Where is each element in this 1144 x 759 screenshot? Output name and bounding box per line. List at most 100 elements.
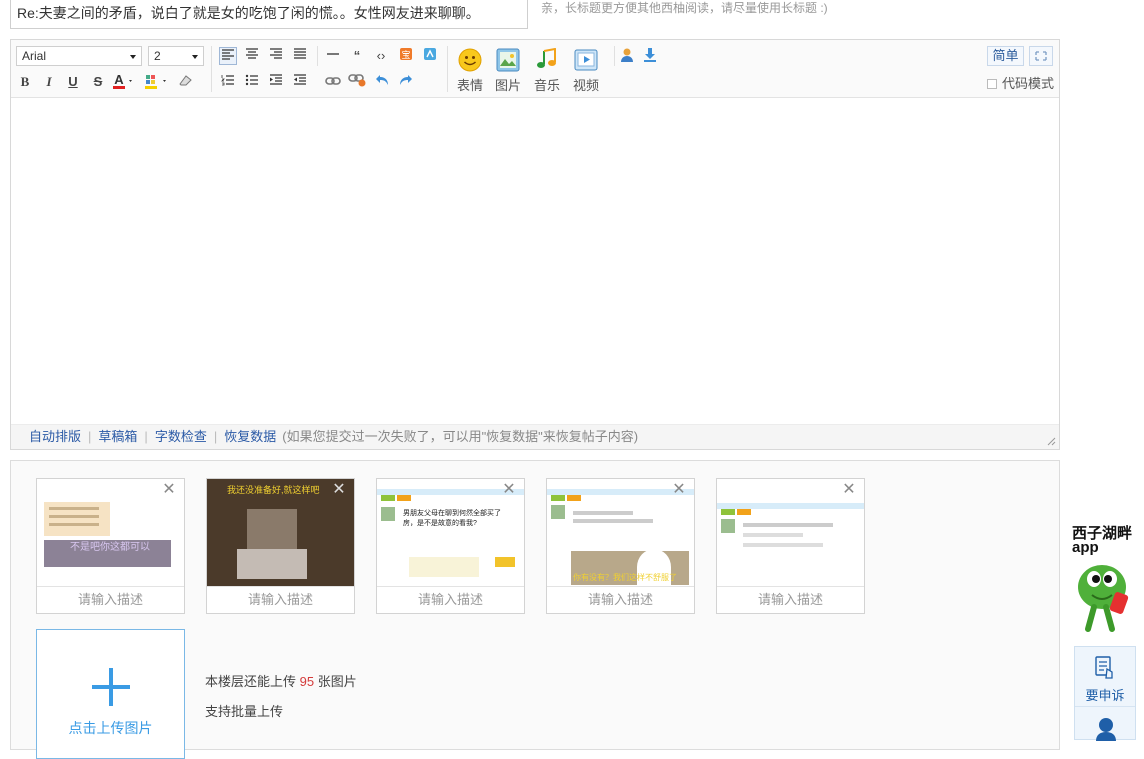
align-right-icon[interactable] <box>267 47 285 65</box>
document-hand-icon <box>1095 656 1113 679</box>
ordered-list-icon[interactable] <box>219 73 237 91</box>
restore-hint: (如果您提交过一次失败了，可以用"恢复数据"来恢复帖子内容) <box>282 429 639 444</box>
upload-thumbnail[interactable]: 你有没有？我们这样不舒服了 ✕ 请输入描述 <box>546 478 695 614</box>
fullscreen-icon <box>1035 51 1047 61</box>
toolbar-divider <box>447 46 448 92</box>
emoji-button[interactable]: 表情 <box>452 48 488 94</box>
resize-handle-icon[interactable] <box>1046 436 1056 446</box>
align-left-icon[interactable] <box>219 47 237 65</box>
remaining-prefix: 本楼层还能上传 <box>205 674 297 689</box>
remaining-suffix: 张图片 <box>317 674 357 689</box>
align-justify-icon[interactable] <box>291 47 309 65</box>
description-input[interactable]: 请输入描述 <box>37 586 184 613</box>
description-input[interactable]: 请输入描述 <box>377 586 524 613</box>
close-icon[interactable]: ✕ <box>842 482 856 498</box>
font-color-icon[interactable]: A <box>112 72 138 91</box>
redo-icon[interactable] <box>397 73 415 91</box>
smiley-icon <box>458 48 482 72</box>
description-input[interactable]: 请输入描述 <box>207 586 354 613</box>
editor-content-area[interactable] <box>11 99 1059 423</box>
checkbox[interactable] <box>987 79 997 89</box>
remaining-count-text: 本楼层还能上传 95 张图片 <box>205 667 357 697</box>
restore-data-link[interactable]: 恢复数据 <box>224 429 276 444</box>
code-mode-toggle[interactable]: 代码模式 <box>987 73 1054 92</box>
indent-icon[interactable] <box>267 73 285 91</box>
upload-image-label: 点击上传图片 <box>68 720 153 736</box>
font-family-select[interactable]: Arial <box>16 46 142 66</box>
close-icon[interactable]: ✕ <box>332 482 346 498</box>
upload-thumbnail[interactable]: 我还没准备好,就这样吧 ✕ 请输入描述 <box>206 478 355 614</box>
thumbnail-overlay-text: 我还没准备好,就这样吧 <box>227 485 320 495</box>
image-icon <box>496 48 520 72</box>
blue-icon[interactable] <box>421 47 439 65</box>
font-size-select[interactable]: 2 <box>148 46 204 66</box>
separator: | <box>144 429 148 444</box>
horizontal-rule-icon[interactable] <box>324 47 342 65</box>
strikethrough-icon[interactable]: S <box>89 73 107 91</box>
code-mode-label: 代码模式 <box>1002 76 1055 91</box>
image-label: 图片 <box>494 78 521 93</box>
toolbar-divider <box>211 46 212 92</box>
unlink-icon[interactable] <box>348 73 366 91</box>
toolbar-divider <box>317 46 318 66</box>
music-label: 音乐 <box>533 78 560 93</box>
rich-text-editor: Arial 2 “ ‹› 宝 B I U S A 表情 图片 音乐 视频 简单 … <box>10 39 1060 450</box>
unordered-list-icon[interactable] <box>243 73 261 91</box>
chevron-down-icon <box>192 55 198 59</box>
svg-text:A: A <box>114 73 124 87</box>
title-input[interactable]: Re:夫妻之间的矛盾，说白了就是女的吃饱了闲的慌。。女性网友进来聊聊。 <box>10 0 528 29</box>
emoji-label: 表情 <box>456 78 483 93</box>
eraser-icon[interactable] <box>176 73 194 91</box>
auto-format-link[interactable]: 自动排版 <box>29 429 81 444</box>
close-icon[interactable]: ✕ <box>502 482 516 498</box>
separator: | <box>213 429 218 444</box>
fullscreen-button[interactable] <box>1029 46 1053 66</box>
video-button[interactable]: 视频 <box>568 48 604 94</box>
description-input[interactable]: 请输入描述 <box>717 586 864 613</box>
app-logo[interactable]: 西子湖畔 app <box>1072 526 1136 556</box>
thumbnail-overlay-text: 你有没有？我们这样不舒服了 <box>573 573 677 582</box>
align-center-icon[interactable] <box>243 47 261 65</box>
music-note-icon <box>537 48 556 68</box>
batch-upload-text: 支持批量上传 <box>205 704 284 719</box>
description-input[interactable]: 请输入描述 <box>547 586 694 613</box>
image-upload-panel: 不是吧你这都可以 ✕ 请输入描述 我还没准备好,就这样吧 ✕ 请输入描述 男朋友… <box>10 460 1060 759</box>
mascot-icon[interactable] <box>1072 557 1136 637</box>
bg-color-icon[interactable] <box>144 73 172 91</box>
font-size-value: 2 <box>154 49 161 63</box>
close-icon[interactable]: ✕ <box>162 482 176 498</box>
close-icon[interactable]: ✕ <box>672 482 686 498</box>
user-edit-icon[interactable] <box>619 47 637 65</box>
word-count-link[interactable]: 字数检查 <box>155 429 207 444</box>
upload-thumbnail[interactable]: ✕ 请输入描述 <box>716 478 865 614</box>
undo-icon[interactable] <box>373 73 391 91</box>
appeal-button[interactable]: 要申诉 <box>1075 647 1135 707</box>
underline-icon[interactable]: U <box>64 73 82 91</box>
outdent-icon[interactable] <box>291 73 309 91</box>
separator: | <box>88 429 92 444</box>
download-icon[interactable] <box>641 47 659 65</box>
drafts-link[interactable]: 草稿箱 <box>98 429 137 444</box>
editor-toolbar: Arial 2 “ ‹› 宝 B I U S A 表情 图片 音乐 视频 简单 … <box>11 40 1059 98</box>
simple-mode-button[interactable]: 简单 <box>987 46 1024 66</box>
music-button[interactable]: 音乐 <box>529 48 565 94</box>
code-icon[interactable]: ‹› <box>372 47 390 65</box>
app-logo-line2: app <box>1072 539 1099 556</box>
italic-icon[interactable]: I <box>40 73 58 91</box>
thumbnail-overlay-text: 不是吧你这都可以 <box>70 542 150 553</box>
chevron-down-icon <box>130 55 136 59</box>
svg-text:宝: 宝 <box>401 49 410 60</box>
quote-icon[interactable]: “ <box>348 47 366 65</box>
title-hint: 亲，长标题更方便其他西柚阅读，请尽量使用长标题 :) <box>541 1 828 15</box>
upload-thumbnail[interactable]: 不是吧你这都可以 ✕ 请输入描述 <box>36 478 185 614</box>
upload-thumbnail[interactable]: 男朋友父母在聊到何然全部买了房，是不是故意的看我? ✕ 请输入描述 <box>376 478 525 614</box>
plus-icon <box>109 668 113 706</box>
upload-info: 本楼层还能上传 95 张图片 支持批量上传 <box>205 667 357 727</box>
link-icon[interactable] <box>324 73 342 91</box>
image-button[interactable]: 图片 <box>490 48 526 94</box>
editor-status-bar: 自动排版 | 草稿箱 | 字数检查 | 恢复数据 (如果您提交过一次失败了，可以用"恢复数据"… <box>11 424 1059 449</box>
bold-icon[interactable]: B <box>16 73 34 91</box>
red-icon[interactable]: 宝 <box>397 47 415 65</box>
video-label: 视频 <box>572 78 599 93</box>
customer-service-icon[interactable] <box>1094 715 1118 741</box>
